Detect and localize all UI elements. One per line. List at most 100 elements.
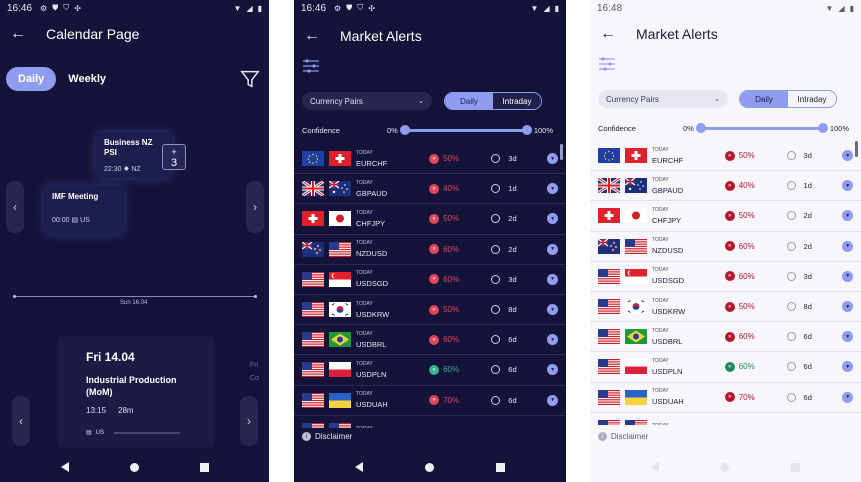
alert-row[interactable]: TODAY CHFJPY » 50% 2d ▼ (590, 201, 861, 232)
expand-icon[interactable]: ▼ (842, 150, 853, 162)
app-bar: ← Market Alerts (590, 16, 861, 52)
filter-icon[interactable] (239, 68, 261, 90)
clock-icon (786, 211, 796, 221)
usd-flag-icon (625, 238, 647, 254)
signal-icon: ◢ (543, 3, 550, 13)
expand-icon[interactable]: ▼ (547, 273, 558, 285)
alert-row[interactable]: TODAY USDPLN «60% 6d ▼ (294, 355, 566, 386)
disclaimer-link[interactable]: i Disclaimer (598, 432, 648, 441)
nav-recents-icon[interactable] (496, 462, 505, 472)
alert-row[interactable]: TODAY (294, 416, 566, 428)
nav-home-icon[interactable] (720, 462, 730, 472)
expand-icon[interactable]: ▼ (547, 364, 558, 376)
next-detail-button[interactable]: › (240, 396, 258, 446)
nav-back-icon[interactable] (355, 462, 363, 472)
back-arrow-icon[interactable]: ← (304, 27, 330, 45)
expand-icon[interactable]: ▼ (842, 210, 853, 222)
alert-row[interactable]: TODAY USDKRW » 50% 8d ▼ (590, 292, 861, 323)
nav-home-icon[interactable] (425, 462, 434, 472)
alert-confidence: 60% (738, 362, 755, 372)
expand-icon[interactable]: ▼ (842, 331, 853, 343)
prev-button[interactable]: ‹ (6, 181, 24, 233)
expand-icon[interactable]: ▼ (842, 270, 853, 282)
event-detail-card[interactable]: Fri 14.04 Industrial Production (MoM) 13… (58, 336, 214, 448)
event-card[interactable]: IMF Meeting 00:00 ▤ US (44, 186, 124, 234)
scrollbar[interactable] (560, 144, 563, 160)
expand-icon[interactable]: ▼ (547, 153, 558, 165)
expand-icon[interactable]: ▼ (842, 180, 853, 192)
expand-icon[interactable]: ▼ (547, 304, 558, 316)
expand-icon[interactable]: ▼ (547, 394, 558, 406)
sliders-icon[interactable] (302, 58, 320, 74)
alert-row[interactable]: TODAY (590, 413, 861, 425)
alert-row[interactable]: TODAY NZDUSD » 60% 2d ▼ (294, 235, 566, 265)
segment-daily[interactable]: Daily (445, 93, 493, 109)
slider-max-handle[interactable] (521, 125, 532, 135)
alert-duration: 8d (508, 305, 517, 315)
back-arrow-icon[interactable]: ← (600, 25, 626, 43)
chf-flag-icon (598, 208, 620, 224)
slider-min-handle[interactable] (695, 123, 706, 133)
alert-row[interactable]: TODAY NZDUSD » 60% 2d ▼ (590, 232, 861, 262)
nav-back-icon[interactable] (60, 462, 69, 472)
nav-home-icon[interactable] (129, 462, 139, 472)
expand-icon[interactable]: ▼ (842, 361, 853, 373)
expand-icon[interactable]: ▼ (842, 301, 853, 313)
detail-country: US (95, 429, 105, 436)
prev-detail-button[interactable]: ‹ (12, 396, 30, 446)
alert-duration: 2d (508, 214, 517, 224)
us-flag-icon: ▤ (71, 216, 79, 224)
alert-row[interactable]: TODAY USDPLN «60% 6d ▼ (590, 352, 861, 383)
expand-icon[interactable]: ▼ (547, 334, 558, 346)
eur-flag-icon (302, 151, 324, 167)
alert-row[interactable]: TODAY GBPAUD » 40% 1d ▼ (294, 174, 566, 205)
alert-row[interactable]: TODAY USDSGD » 60% 3d ▼ (294, 265, 566, 295)
usd-flag-icon (598, 299, 620, 315)
slider-max-handle[interactable] (817, 123, 828, 133)
confidence-slider[interactable] (695, 123, 828, 133)
event-card[interactable]: Business NZ PSI 22:30 ✸ NZ (96, 132, 172, 178)
clock-icon (786, 241, 796, 251)
alert-row[interactable]: TODAY USDUAH » 70% 6d ▼ (590, 383, 861, 413)
alert-row[interactable]: TODAY EURCHF » 50% 3d ▼ (294, 144, 566, 175)
double-chevron-down-icon: » (429, 244, 440, 255)
nav-recents-icon[interactable] (199, 462, 209, 472)
expand-icon[interactable]: ▼ (547, 243, 558, 255)
back-arrow-icon[interactable]: ← (10, 25, 36, 43)
segment-daily[interactable]: Daily (740, 91, 788, 107)
next-button[interactable]: › (246, 181, 264, 233)
slider-min-handle[interactable] (399, 125, 410, 135)
expand-icon[interactable]: ▼ (547, 183, 558, 195)
expand-icon[interactable]: ▼ (842, 240, 853, 252)
more-events-badge[interactable]: +3 (162, 144, 186, 170)
segment-intraday[interactable]: Intraday (788, 91, 836, 107)
double-chevron-down-icon: » (429, 183, 440, 194)
alert-date: TODAY (356, 149, 373, 156)
expand-icon[interactable]: ▼ (547, 213, 558, 225)
disclaimer-link[interactable]: i Disclaimer (302, 432, 352, 441)
confidence-slider[interactable] (399, 125, 532, 135)
sliders-icon[interactable] (598, 56, 616, 72)
expand-icon[interactable]: ▼ (842, 391, 853, 403)
alert-row[interactable]: TODAY USDSGD » 60% 3d ▼ (590, 262, 861, 292)
alert-row[interactable]: TODAY EURCHF » 50% 3d ▼ (590, 141, 861, 172)
alert-pair: CHFJPY (652, 215, 682, 225)
segment-intraday[interactable]: Intraday (493, 93, 541, 109)
nav-recents-icon[interactable] (791, 462, 801, 472)
conf-min: 0% (683, 123, 694, 133)
alert-row[interactable]: TODAY USDKRW » 50% 8d ▼ (294, 295, 566, 326)
currency-pairs-select[interactable]: Currency Pairs ⌄ (302, 92, 432, 110)
alert-row[interactable]: TODAY CHFJPY » 50% 2d ▼ (294, 204, 566, 235)
nav-back-icon[interactable] (650, 462, 659, 472)
event-country: US (80, 216, 90, 224)
status-bar: 16:48 ▼ ◢ ▮ (590, 0, 861, 16)
alert-date: TODAY (356, 209, 373, 216)
tab-daily[interactable]: Daily (6, 67, 57, 91)
currency-pairs-select[interactable]: Currency Pairs ⌄ (598, 90, 728, 108)
alert-row[interactable]: TODAY GBPAUD » 40% 1d ▼ (590, 171, 861, 202)
alert-row[interactable]: TODAY USDUAH » 70% 6d ▼ (294, 386, 566, 416)
alert-row[interactable]: TODAY USDBRL » 60% 6d ▼ (590, 322, 861, 353)
alert-row[interactable]: TODAY USDBRL » 60% 6d ▼ (294, 325, 566, 356)
scrollbar[interactable] (855, 141, 858, 157)
tab-weekly[interactable]: Weekly (68, 73, 106, 85)
